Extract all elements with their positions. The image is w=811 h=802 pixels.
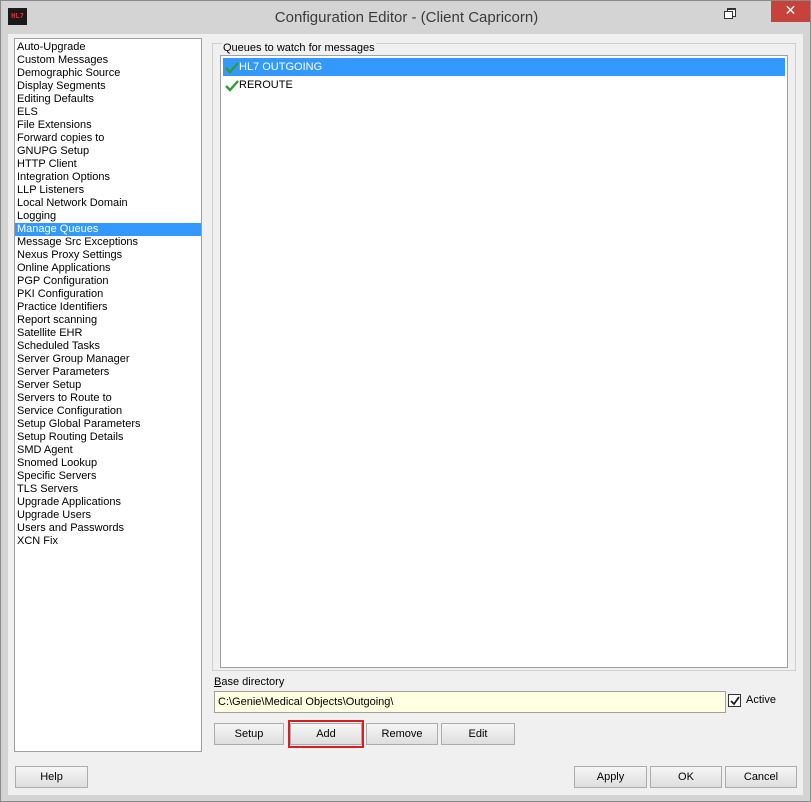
sidebar-item[interactable]: Setup Routing Details	[15, 431, 201, 444]
sidebar-item[interactable]: Message Src Exceptions	[15, 236, 201, 249]
help-button[interactable]: Help	[15, 766, 88, 788]
sidebar-item[interactable]: Logging	[15, 210, 201, 223]
sidebar-item[interactable]: Local Network Domain	[15, 197, 201, 210]
sidebar-item[interactable]: TLS Servers	[15, 483, 201, 496]
sidebar-item[interactable]: Snomed Lookup	[15, 457, 201, 470]
cancel-button[interactable]: Cancel	[725, 766, 797, 788]
sidebar-item[interactable]: XCN Fix	[15, 535, 201, 548]
sidebar-item[interactable]: Setup Global Parameters	[15, 418, 201, 431]
sidebar-item[interactable]: Integration Options	[15, 171, 201, 184]
queue-label: HL7 OUTGOING	[239, 61, 323, 73]
title-bar[interactable]: HL7 Configuration Editor - (Client Capri…	[1, 1, 810, 34]
active-checkbox[interactable]	[728, 694, 741, 707]
base-directory-input[interactable]: C:\Genie\Medical Objects\Outgoing\	[214, 691, 726, 713]
restore-window-icon[interactable]	[724, 8, 736, 19]
configuration-editor-window: HL7 Configuration Editor - (Client Capri…	[0, 0, 811, 802]
add-button-highlight	[288, 720, 364, 748]
sidebar-item[interactable]: Specific Servers	[15, 470, 201, 483]
remove-button[interactable]: Remove	[366, 723, 438, 745]
queues-group-label: Queues to watch for messages	[222, 42, 376, 55]
sidebar-item[interactable]: GNUPG Setup	[15, 145, 201, 158]
sidebar-item[interactable]: Forward copies to	[15, 132, 201, 145]
sidebar-item[interactable]: Server Group Manager	[15, 353, 201, 366]
sidebar-item[interactable]: Service Configuration	[15, 405, 201, 418]
queue-list[interactable]: HL7 OUTGOING REROUTE	[220, 55, 788, 668]
active-label[interactable]: Active	[746, 693, 776, 707]
sidebar-item[interactable]: SMD Agent	[15, 444, 201, 457]
setup-button[interactable]: Setup	[214, 723, 284, 745]
queue-row[interactable]: HL7 OUTGOING	[223, 58, 785, 76]
sidebar-item[interactable]: Demographic Source	[15, 67, 201, 80]
green-check-icon	[225, 62, 239, 74]
window-title: Configuration Editor - (Client Capricorn…	[274, 9, 539, 26]
sidebar-item[interactable]: Server Setup	[15, 379, 201, 392]
close-button[interactable]: ✕	[771, 1, 810, 22]
sidebar-item[interactable]: File Extensions	[15, 119, 201, 132]
green-check-icon	[225, 80, 239, 92]
edit-button[interactable]: Edit	[441, 723, 515, 745]
sidebar-item[interactable]: Upgrade Users	[15, 509, 201, 522]
base-directory-label-text: ase directory	[221, 676, 285, 688]
sidebar-item[interactable]: Server Parameters	[15, 366, 201, 379]
ok-button[interactable]: OK	[650, 766, 722, 788]
category-list[interactable]: Auto-Upgrade Custom Messages Demographic S…	[14, 38, 202, 752]
sidebar-item[interactable]: Custom Messages	[15, 54, 201, 67]
dialog-body: Auto-Upgrade Custom Messages Demographic S…	[8, 34, 803, 795]
sidebar-item[interactable]: Report scanning	[15, 314, 201, 327]
apply-button[interactable]: Apply	[574, 766, 647, 788]
queue-row[interactable]: REROUTE	[223, 76, 785, 94]
sidebar-item[interactable]: Users and Passwords	[15, 522, 201, 535]
sidebar-item[interactable]: Practice Identifiers	[15, 301, 201, 314]
sidebar-item[interactable]: Online Applications	[15, 262, 201, 275]
sidebar-item[interactable]: HTTP Client	[15, 158, 201, 171]
sidebar-item[interactable]: ELS	[15, 106, 201, 119]
sidebar-item[interactable]: Satellite EHR	[15, 327, 201, 340]
sidebar-item[interactable]: Manage Queues	[15, 223, 201, 236]
sidebar-item[interactable]: PKI Configuration	[15, 288, 201, 301]
queue-label: REROUTE	[239, 79, 293, 91]
sidebar-item[interactable]: Nexus Proxy Settings	[15, 249, 201, 262]
sidebar-item[interactable]: Editing Defaults	[15, 93, 201, 106]
sidebar-item[interactable]: Servers to Route to	[15, 392, 201, 405]
sidebar-item[interactable]: PGP Configuration	[15, 275, 201, 288]
base-directory-label: Base directory	[214, 676, 284, 689]
sidebar-item[interactable]: LLP Listeners	[15, 184, 201, 197]
sidebar-item[interactable]: Display Segments	[15, 80, 201, 93]
sidebar-item[interactable]: Auto-Upgrade	[15, 41, 201, 54]
sidebar-item[interactable]: Upgrade Applications	[15, 496, 201, 509]
sidebar-item[interactable]: Scheduled Tasks	[15, 340, 201, 353]
checkmark-icon	[730, 696, 740, 706]
